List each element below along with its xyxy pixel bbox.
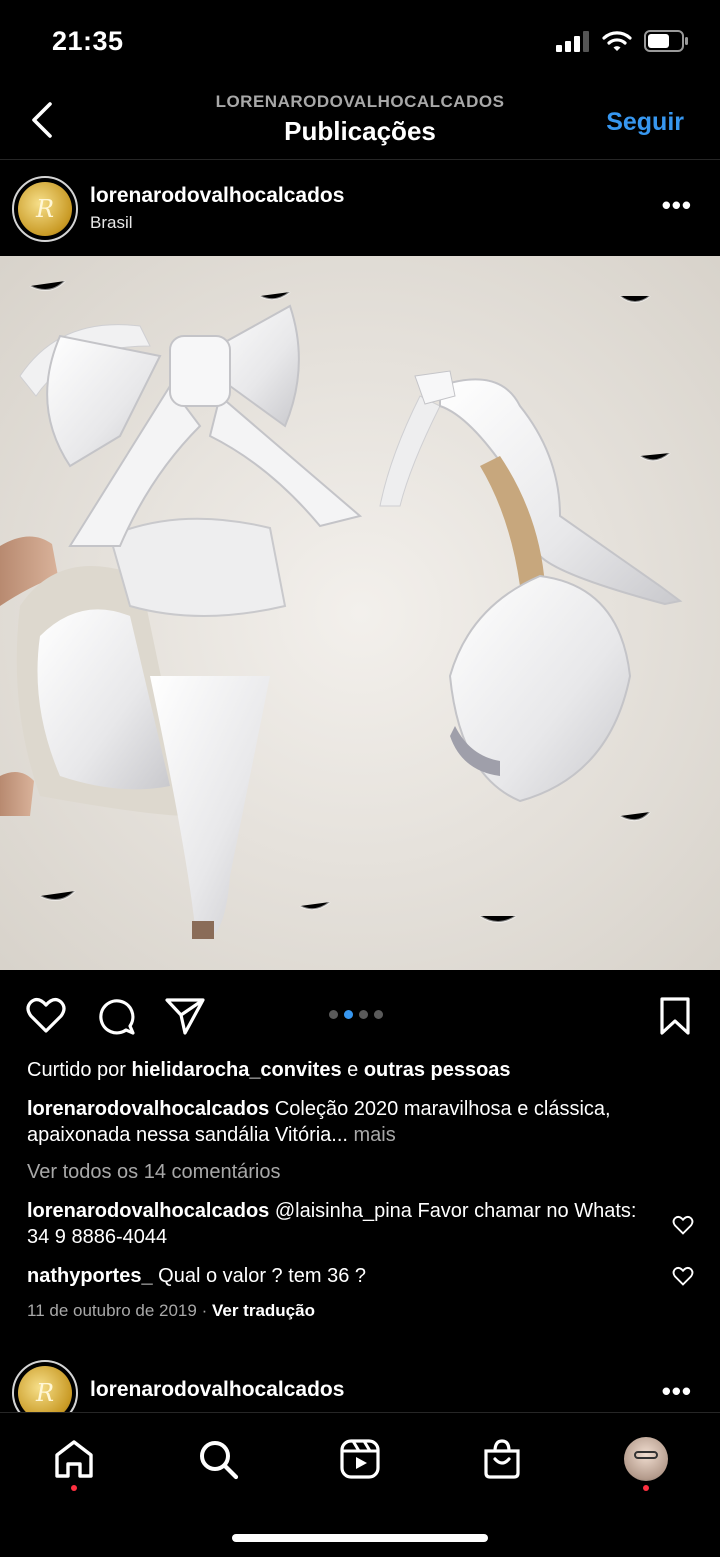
carousel-dot (359, 1010, 368, 1019)
likes-prefix: Curtido por (27, 1059, 132, 1081)
profile-avatar[interactable] (624, 1437, 668, 1481)
carousel-indicator (329, 1010, 383, 1019)
next-post-username[interactable]: lorenarodovalhocalcados (90, 1378, 344, 1402)
comment-icon[interactable] (96, 996, 136, 1036)
likes-line: Curtido por hielidarocha_convites e outr… (27, 1057, 677, 1083)
profile-notification-dot (643, 1485, 649, 1491)
comment-like-heart-icon[interactable] (672, 1215, 694, 1235)
brand-logo: R (18, 182, 72, 236)
wifi-icon (602, 31, 632, 51)
home-icon[interactable] (52, 1437, 96, 1481)
comment: lorenarodovalhocalcados @laisinha_pina F… (27, 1198, 657, 1250)
comment: nathyportes_ Qual o valor ? tem 36 ? (27, 1263, 677, 1289)
post-location[interactable]: Brasil (90, 213, 133, 233)
follow-button[interactable]: Seguir (606, 108, 684, 137)
caption-username[interactable]: lorenarodovalhocalcados (27, 1098, 269, 1120)
next-post-more-options-button[interactable]: ••• (662, 1378, 692, 1404)
post-username[interactable]: lorenarodovalhocalcados (90, 184, 344, 208)
comment-username[interactable]: nathyportes_ (27, 1265, 153, 1287)
heart-icon[interactable] (26, 996, 66, 1034)
carousel-dot (374, 1010, 383, 1019)
glasses-icon (634, 1451, 658, 1459)
post-avatar[interactable]: R (12, 176, 78, 242)
status-bar: 21:35 (0, 0, 720, 88)
nav-header: LORENARODOVALHOCALCADOS Publicações Segu… (0, 88, 720, 160)
comment-like-heart-icon[interactable] (672, 1266, 694, 1286)
carousel-dot (329, 1010, 338, 1019)
home-notification-dot (71, 1485, 77, 1491)
share-icon[interactable] (164, 996, 206, 1036)
reels-icon[interactable] (338, 1437, 382, 1481)
shop-icon[interactable] (480, 1437, 524, 1481)
likes-conjunction: e (341, 1059, 364, 1081)
battery-icon (644, 30, 688, 52)
comment-text: Qual o valor ? tem 36 ? (152, 1265, 367, 1287)
search-icon[interactable] (196, 1437, 240, 1481)
sandals-photo (0, 256, 720, 970)
liker-username[interactable]: hielidarocha_convites (132, 1059, 342, 1081)
caption: lorenarodovalhocalcados Coleção 2020 mar… (27, 1096, 677, 1148)
post-date-line: 11 de outubro de 2019 · Ver tradução (27, 1298, 677, 1324)
more-options-button[interactable]: ••• (662, 192, 692, 218)
post-actions (0, 990, 720, 1042)
other-likers-link[interactable]: outras pessoas (364, 1059, 511, 1081)
view-all-comments-link[interactable]: Ver todos os 14 comentários (27, 1159, 677, 1185)
see-translation-link[interactable]: Ver tradução (212, 1301, 315, 1320)
cellular-signal-icon (556, 31, 589, 52)
post-header: R lorenarodovalhocalcados Brasil ••• (0, 172, 720, 246)
comment-username[interactable]: lorenarodovalhocalcados (27, 1200, 269, 1222)
status-icons (556, 30, 690, 52)
carousel-dot-active (344, 1010, 353, 1019)
bookmark-icon[interactable] (658, 996, 692, 1036)
post-image[interactable] (0, 256, 720, 970)
caption-more-link[interactable]: mais (348, 1124, 396, 1146)
status-time: 21:35 (52, 26, 124, 56)
post-date: 11 de outubro de 2019 (27, 1301, 197, 1320)
home-indicator[interactable] (232, 1534, 488, 1542)
date-separator: · (201, 1301, 208, 1320)
